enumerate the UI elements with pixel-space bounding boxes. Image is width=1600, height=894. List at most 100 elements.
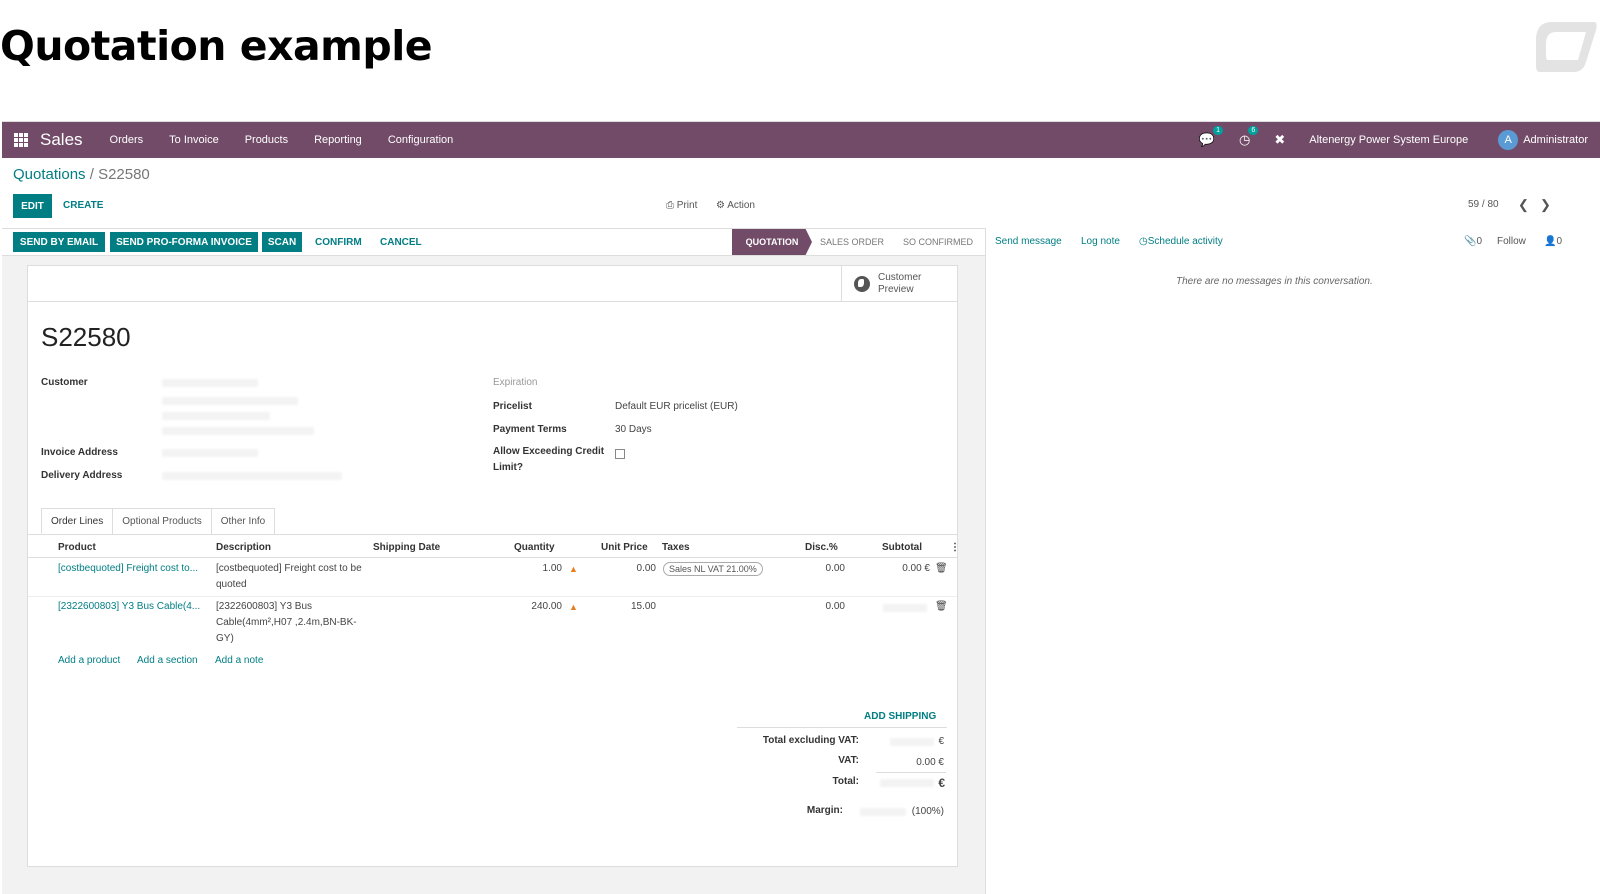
action-dropdown[interactable]: ⚙ Action <box>716 200 755 211</box>
attachments-button[interactable]: 📎0 <box>1464 236 1482 247</box>
breadcrumb-separator: / <box>85 166 99 183</box>
user-avatar[interactable]: A <box>1498 130 1519 150</box>
tab-order-lines[interactable]: Order Lines <box>41 508 114 534</box>
add-product-link[interactable]: Add a product <box>58 655 120 666</box>
allow-credit-checkbox[interactable] <box>615 449 625 459</box>
menu-reporting[interactable]: Reporting <box>314 134 362 146</box>
send-message-button[interactable]: Send message <box>995 236 1062 247</box>
activities-icon[interactable]: ◷ 6 <box>1239 126 1259 148</box>
followers-count: 0 <box>1556 236 1563 247</box>
row-product[interactable]: [costbequoted] Freight cost to... <box>58 561 198 577</box>
row-unit-price[interactable]: 15.00 <box>608 599 656 615</box>
table-row[interactable]: [costbequoted] Freight cost to... [costb… <box>28 558 957 597</box>
pricelist-value[interactable]: Default EUR pricelist (EUR) <box>615 401 738 412</box>
menu-configuration[interactable]: Configuration <box>388 134 453 146</box>
col-discount[interactable]: Disc.% <box>805 542 838 553</box>
globe-icon <box>854 276 870 292</box>
action-label: Action <box>727 200 755 211</box>
status-bar: SEND BY EMAIL SEND PRO-FORMA INVOICE SCA… <box>2 228 985 256</box>
stage-so-confirmed[interactable]: SO CONFIRMED <box>897 229 979 255</box>
odoo-screen: Sales Orders To Invoice Products Reporti… <box>2 121 1600 894</box>
breadcrumb: Quotations / S22580 <box>13 166 150 183</box>
customer-preview-button[interactable]: Customer Preview <box>841 266 957 302</box>
add-shipping-button[interactable]: ADD SHIPPING <box>864 711 936 722</box>
company-switcher[interactable]: Altenergy Power System Europe <box>1309 134 1468 146</box>
forecast-chart-icon[interactable]: ▲ <box>569 564 580 574</box>
send-pro-forma-button[interactable]: SEND PRO-FORMA INVOICE <box>110 232 258 252</box>
user-icon: 👤 <box>1544 236 1557 247</box>
create-button[interactable]: CREATE <box>63 200 103 211</box>
col-description[interactable]: Description <box>216 542 271 553</box>
log-note-button[interactable]: Log note <box>1081 236 1120 247</box>
apps-grid-icon[interactable] <box>14 133 28 147</box>
notebook-tabs: Order Lines Optional Products Other Info <box>41 508 276 534</box>
row-description[interactable]: [costbequoted] Freight cost to be quoted <box>216 561 366 593</box>
print-label: Print <box>676 200 698 211</box>
row-quantity[interactable]: 240.00 <box>518 599 562 615</box>
app-name[interactable]: Sales <box>40 130 83 150</box>
menu-orders[interactable]: Orders <box>110 134 144 146</box>
followers-button[interactable]: 👤0 <box>1544 236 1562 247</box>
untaxed-value-redacted <box>890 738 934 746</box>
row-product[interactable]: [2322600803] Y3 Bus Cable(4... <box>58 599 200 615</box>
customer-address-line1 <box>162 397 298 405</box>
follow-button[interactable]: Follow <box>1497 236 1526 247</box>
stage-sales-order[interactable]: SALES ORDER <box>812 229 892 255</box>
col-unit-price[interactable]: Unit Price <box>601 542 648 553</box>
row-unit-price[interactable]: 0.00 <box>608 561 656 577</box>
col-quantity[interactable]: Quantity <box>514 542 555 553</box>
add-section-link[interactable]: Add a section <box>137 655 198 666</box>
user-menu[interactable]: Administrator <box>1523 134 1588 146</box>
vat-label: VAT: <box>838 755 859 766</box>
stage-quotation[interactable]: QUOTATION <box>732 229 812 255</box>
customer-value-redacted[interactable] <box>162 379 258 387</box>
top-navbar: Sales Orders To Invoice Products Reporti… <box>2 122 1600 158</box>
scan-button[interactable]: SCAN <box>262 232 302 252</box>
row-description[interactable]: [2322600803] Y3 Bus Cable(4mm²,H07 ,2.4m… <box>216 599 366 647</box>
add-note-link[interactable]: Add a note <box>215 655 263 666</box>
confirm-button[interactable]: CONFIRM <box>315 237 362 248</box>
schedule-activity-label: Schedule activity <box>1147 236 1223 247</box>
menu-to-invoice[interactable]: To Invoice <box>169 134 219 146</box>
clock-icon: ◷ <box>1139 236 1148 247</box>
column-options-icon[interactable]: ⋮ <box>950 542 960 553</box>
col-subtotal[interactable]: Subtotal <box>882 542 922 553</box>
row-discount[interactable]: 0.00 <box>808 561 845 577</box>
invoice-address-label: Invoice Address <box>41 447 118 458</box>
customer-address-line3 <box>162 427 314 435</box>
chevron-left-icon[interactable]: ❮ <box>1518 197 1529 213</box>
no-messages-text: There are no messages in this conversati… <box>1176 276 1373 287</box>
breadcrumb-quotations[interactable]: Quotations <box>13 166 86 183</box>
customer-preview-label: Customer Preview <box>878 272 922 295</box>
col-product[interactable]: Product <box>58 542 96 553</box>
schedule-activity-button[interactable]: ◷Schedule activity <box>1139 236 1223 247</box>
activities-badge: 6 <box>1248 126 1259 135</box>
forecast-chart-icon[interactable]: ▲ <box>569 602 580 612</box>
tab-optional-products[interactable]: Optional Products <box>112 508 212 534</box>
row-quantity[interactable]: 1.00 <box>518 561 562 577</box>
pager-value[interactable]: 59 / 80 <box>1468 199 1499 210</box>
edit-button[interactable]: EDIT <box>13 194 52 218</box>
chevron-right-icon[interactable]: ❯ <box>1540 197 1551 213</box>
send-by-email-button[interactable]: SEND BY EMAIL <box>13 232 105 252</box>
messages-icon[interactable]: 💬 1 <box>1199 126 1223 148</box>
tax-tag[interactable]: Sales NL VAT 21.00% <box>663 562 763 576</box>
total-value-redacted <box>880 779 934 787</box>
trash-icon[interactable]: 🗑 <box>935 601 948 612</box>
cancel-button[interactable]: CANCEL <box>380 237 422 248</box>
table-row[interactable]: [2322600803] Y3 Bus Cable(4... [23226008… <box>28 597 957 649</box>
attachments-count: 0 <box>1476 236 1483 247</box>
trash-icon[interactable]: 🗑 <box>935 563 948 574</box>
gear-icon: ⚙ <box>716 200 725 211</box>
menu-products[interactable]: Products <box>245 134 288 146</box>
col-shipping-date[interactable]: Shipping Date <box>373 542 440 553</box>
tab-other-info[interactable]: Other Info <box>210 508 276 534</box>
sheet-button-box: Customer Preview <box>28 266 957 302</box>
debug-tools-icon[interactable]: ✖ <box>1274 132 1285 148</box>
invoice-address-value[interactable] <box>162 449 258 457</box>
col-taxes[interactable]: Taxes <box>662 542 690 553</box>
payment-terms-value[interactable]: 30 Days <box>615 424 652 435</box>
delivery-address-value[interactable] <box>162 472 342 480</box>
print-dropdown[interactable]: ⎙ Print <box>666 200 697 211</box>
row-discount[interactable]: 0.00 <box>808 599 845 615</box>
